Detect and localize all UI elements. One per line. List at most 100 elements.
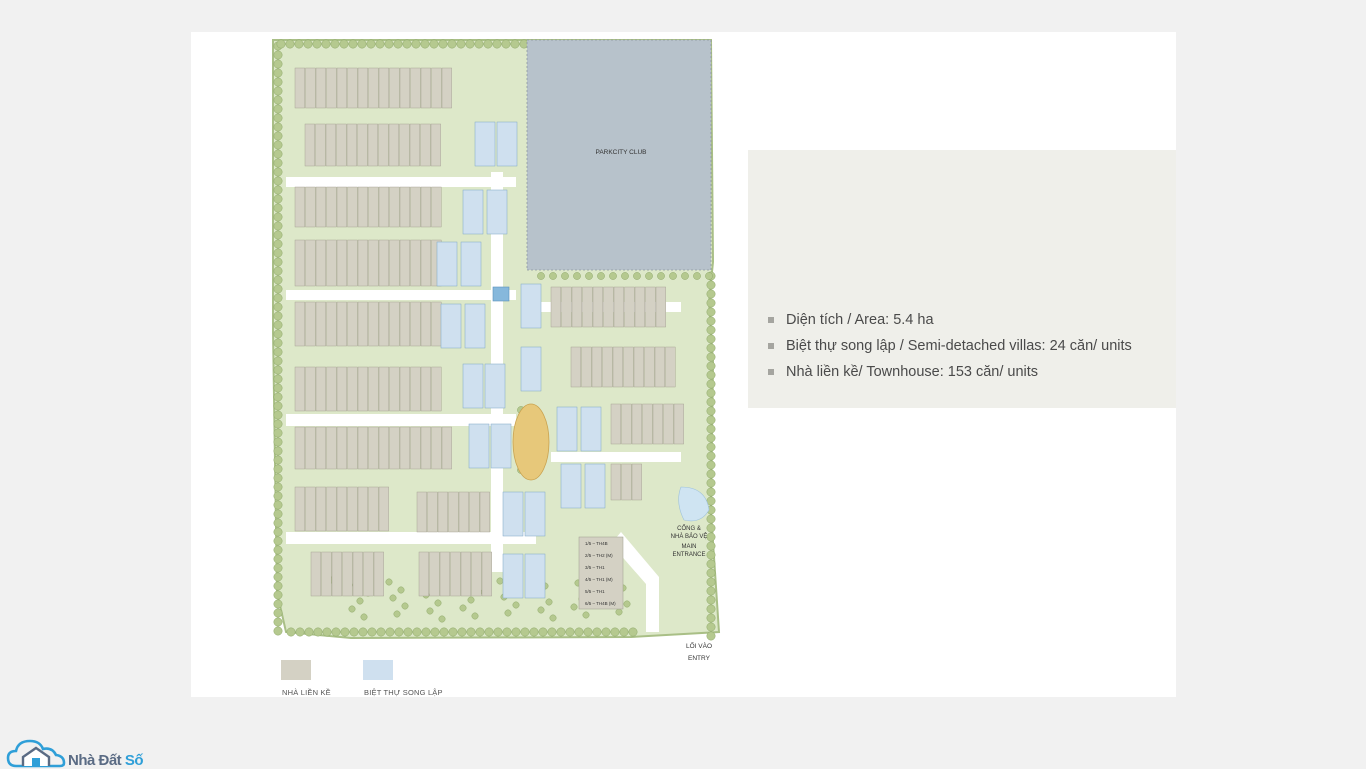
tree (556, 627, 566, 637)
townhouse-lot (631, 403, 642, 445)
tree (273, 113, 283, 123)
townhouse-lot (315, 239, 326, 287)
tree (706, 298, 716, 308)
tree (459, 604, 467, 612)
townhouse-lot (294, 486, 305, 532)
townhouse-lot (399, 67, 410, 109)
tree (429, 39, 439, 49)
tree (502, 627, 512, 637)
townhouse-lot (347, 366, 358, 412)
legend-label-townhouse: NHÀ LIỀN KỀ (282, 688, 331, 697)
tree (706, 433, 716, 443)
townhouse-lot (665, 346, 676, 388)
tree (434, 599, 442, 607)
townhouse-lot (304, 123, 315, 167)
tree (621, 272, 629, 280)
townhouse-lot (418, 551, 429, 597)
tree (273, 320, 283, 330)
tree (706, 586, 716, 596)
tree (484, 627, 494, 637)
townhouse-lot (431, 366, 442, 412)
tree (348, 605, 356, 613)
tree (510, 39, 520, 49)
townhouse-lot (336, 186, 347, 228)
tree (447, 39, 457, 49)
tree (549, 272, 557, 280)
villa-lot (520, 346, 542, 392)
tree (403, 627, 413, 637)
townhouse-lot (420, 426, 431, 470)
tree (358, 627, 368, 637)
townhouse-lot (458, 491, 469, 533)
tree (430, 627, 440, 637)
tree (273, 176, 283, 186)
tree (570, 603, 578, 611)
tree (706, 568, 716, 578)
tree (610, 627, 620, 637)
townhouse-lot (352, 551, 363, 597)
townhouse-lot (654, 346, 665, 388)
tree (501, 39, 511, 49)
townhouse-lot (410, 366, 421, 412)
townhouse-lot (310, 551, 321, 597)
tree (273, 131, 283, 141)
tree (706, 451, 716, 461)
tree (706, 307, 716, 317)
tree (615, 608, 623, 616)
tree (356, 597, 364, 605)
villa-lot (474, 121, 496, 167)
townhouse-lot (326, 186, 337, 228)
tree (565, 627, 575, 637)
block-label: 3/5 – TH1 (585, 565, 605, 570)
tree (273, 599, 283, 609)
tree (273, 464, 283, 474)
tree (273, 329, 283, 339)
tree (706, 577, 716, 587)
townhouse-lot (420, 366, 431, 412)
townhouse-lot (427, 491, 438, 533)
tree (385, 627, 395, 637)
townhouse-lot (347, 301, 358, 347)
villa-lot (468, 423, 490, 469)
tree (706, 343, 716, 353)
townhouse-lot (326, 301, 337, 347)
townhouse-lot (420, 301, 431, 347)
tree (657, 272, 665, 280)
tree (322, 627, 332, 637)
tree (706, 559, 716, 569)
townhouse-lot (378, 486, 389, 532)
tree (273, 365, 283, 375)
townhouse-lot (305, 186, 316, 228)
tree (384, 39, 394, 49)
tree (273, 392, 283, 402)
tree (394, 627, 404, 637)
block-label: 4/5 – TH1 (M) (585, 577, 613, 582)
townhouse-lot (389, 366, 400, 412)
tree (456, 39, 466, 49)
tree (471, 612, 479, 620)
villa-lot (520, 283, 542, 329)
townhouse-lot (431, 301, 442, 347)
tree (273, 581, 283, 591)
townhouse-lot (357, 486, 368, 532)
tree (273, 518, 283, 528)
tree (421, 627, 431, 637)
townhouse-lot (420, 67, 431, 109)
tree (706, 379, 716, 389)
townhouse-lot (294, 186, 305, 228)
tree (401, 602, 409, 610)
townhouse-lot (347, 426, 358, 470)
site-logo[interactable]: Nhà Đất Số (6, 733, 166, 769)
tree (645, 272, 653, 280)
townhouse-lot (346, 123, 357, 167)
info-panel: Diện tích / Area: 5.4 ha Biệt thự song l… (748, 150, 1176, 408)
tree (273, 374, 283, 384)
tree (273, 545, 283, 555)
tree (520, 627, 530, 637)
villa-lot (580, 406, 602, 452)
tree (273, 482, 283, 492)
townhouse-lot (431, 426, 442, 470)
townhouse-lot (389, 186, 400, 228)
tree (537, 272, 545, 280)
townhouse-lot (655, 286, 666, 328)
